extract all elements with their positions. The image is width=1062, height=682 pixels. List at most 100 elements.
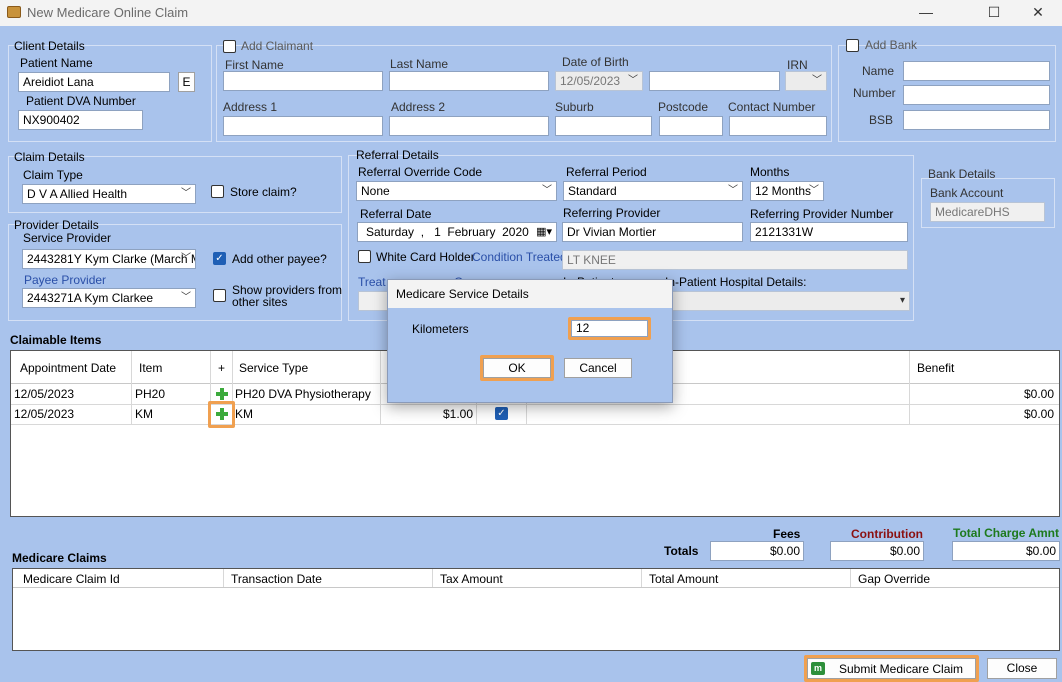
- add-other-payee-checkbox[interactable]: ✓: [213, 252, 226, 265]
- bank-number-label: Number: [853, 86, 896, 100]
- add-bank-label: Add Bank: [865, 38, 918, 52]
- row-item: KM: [135, 407, 153, 421]
- referral-date-picker[interactable]: Saturday , 1 February 2020 ▦▾: [357, 222, 557, 242]
- client-details-label: Client Details: [14, 39, 85, 53]
- add-item-icon[interactable]: [215, 387, 229, 401]
- add-other-payee-label: Add other payee?: [232, 252, 327, 266]
- row-divider: [11, 404, 1059, 405]
- row-date: 12/05/2023: [14, 407, 75, 421]
- col-header-tax-amount[interactable]: Tax Amount: [440, 572, 503, 586]
- col-header-plus[interactable]: +: [218, 361, 225, 375]
- referring-provider-field[interactable]: Dr Vivian Mortier: [562, 222, 743, 242]
- dob-value: 12/05/2023: [560, 74, 621, 88]
- col-divider: [909, 351, 910, 425]
- chevron-down-icon: ﹀: [181, 292, 191, 303]
- referral-date-label: Referral Date: [360, 207, 432, 221]
- service-provider-select[interactable]: 2443281Y Kym Clarke (March M ﹀: [22, 249, 196, 269]
- maximize-button[interactable]: ☐: [972, 2, 1016, 24]
- dob-field[interactable]: 12/05/2023 ﹀: [555, 71, 643, 91]
- add-item-highlight: [208, 401, 235, 428]
- col-header-appointment-date[interactable]: Appointment Date: [20, 361, 116, 375]
- postcode-label: Postcode: [658, 100, 709, 114]
- minimize-button[interactable]: —: [904, 2, 948, 24]
- contact-number-label: Contact Number: [728, 100, 816, 114]
- col-header-transaction-date[interactable]: Transaction Date: [231, 572, 322, 586]
- fees-total-field: $0.00: [710, 541, 804, 561]
- condition-treated-field[interactable]: LT KNEE: [562, 250, 908, 270]
- total-charge-field: $0.00: [952, 541, 1060, 561]
- e-button[interactable]: E: [178, 72, 195, 92]
- add-bank-checkbox[interactable]: [846, 39, 859, 52]
- fees-label: Fees: [773, 527, 801, 541]
- claim-type-select[interactable]: D V A Allied Health ﹀: [22, 184, 196, 204]
- row-item: PH20: [135, 387, 166, 401]
- first-name-label: First Name: [225, 58, 284, 72]
- bank-account-field[interactable]: MedicareDHS: [930, 202, 1045, 222]
- show-providers-checkbox[interactable]: [213, 289, 226, 302]
- months-select[interactable]: 12 Months ﹀: [750, 181, 824, 201]
- claimant-extra-field[interactable]: [649, 71, 780, 91]
- col-header-total-amount[interactable]: Total Amount: [649, 572, 718, 586]
- override-code-select[interactable]: None ﹀: [356, 181, 557, 201]
- bank-name-field[interactable]: [903, 61, 1050, 81]
- bank-details-label: Bank Details: [928, 167, 996, 181]
- last-name-label: Last Name: [390, 57, 449, 71]
- col-header-claim-id[interactable]: Medicare Claim Id: [23, 572, 120, 586]
- medicare-claims-title: Medicare Claims: [12, 551, 107, 565]
- dva-number-label: Patient DVA Number: [26, 94, 136, 108]
- row-benefit: $0.00: [1023, 407, 1054, 421]
- dva-number-field[interactable]: NX900402: [18, 110, 143, 130]
- referring-provider-number-field[interactable]: 2121331W: [750, 222, 908, 242]
- bank-account-label: Bank Account: [930, 186, 1004, 200]
- contribution-total-field: $0.00: [830, 541, 924, 561]
- referring-provider-number-label: Referring Provider Number: [750, 207, 894, 221]
- referring-provider-label: Referring Provider: [563, 206, 661, 220]
- claimable-items-title: Claimable Items: [10, 333, 102, 347]
- close-button[interactable]: Close: [987, 658, 1057, 679]
- col-header-service-type[interactable]: Service Type: [239, 361, 308, 375]
- kilometers-field[interactable]: 12: [571, 320, 648, 337]
- address2-field[interactable]: [389, 116, 549, 136]
- irn-select[interactable]: ﹀: [785, 71, 827, 91]
- bsb-field[interactable]: [903, 110, 1050, 130]
- payee-provider-label: Payee Provider: [24, 273, 107, 287]
- first-name-field[interactable]: [223, 71, 383, 91]
- dob-label: Date of Birth: [562, 55, 629, 69]
- col-divider: [223, 569, 224, 587]
- submit-medicare-claim-button[interactable]: m Submit Medicare Claim: [807, 658, 976, 679]
- date-year: 2020: [502, 225, 529, 239]
- white-card-checkbox[interactable]: [358, 250, 371, 263]
- override-code-label: Referral Override Code: [358, 165, 483, 179]
- col-header-gap-override[interactable]: Gap Override: [858, 572, 930, 586]
- chevron-down-icon: ﹀: [181, 253, 191, 264]
- payee-provider-select[interactable]: 2443271A Kym Clarkee ﹀: [22, 288, 196, 308]
- col-header-item[interactable]: Item: [139, 361, 162, 375]
- patient-name-field[interactable]: Areidiot Lana: [18, 72, 170, 92]
- suburb-field[interactable]: [555, 116, 652, 136]
- months-label: Months: [750, 165, 790, 179]
- store-claim-checkbox[interactable]: [211, 185, 224, 198]
- payee-provider-value: 2443271A Kym Clarkee: [27, 291, 154, 305]
- row-checkbox[interactable]: ✓: [495, 407, 508, 420]
- ok-button[interactable]: OK: [483, 358, 551, 378]
- bank-number-field[interactable]: [903, 85, 1050, 105]
- calendar-icon[interactable]: ▦▾: [536, 223, 552, 241]
- postcode-field[interactable]: [659, 116, 723, 136]
- medicare-logo-icon: m: [811, 662, 825, 675]
- referral-period-value: Standard: [568, 184, 617, 198]
- store-claim-label: Store claim?: [230, 185, 297, 199]
- contact-number-field[interactable]: [729, 116, 827, 136]
- address1-field[interactable]: [223, 116, 383, 136]
- referral-period-select[interactable]: Standard ﹀: [563, 181, 743, 201]
- last-name-field[interactable]: [389, 71, 549, 91]
- chevron-down-icon: ﹀: [728, 185, 738, 196]
- referral-period-label: Referral Period: [566, 165, 647, 179]
- hospital-details-label: In-Patient Hospital Details:: [665, 275, 807, 289]
- add-claimant-checkbox[interactable]: [223, 40, 236, 53]
- col-header-benefit[interactable]: Benefit: [917, 361, 954, 375]
- close-window-button[interactable]: ✕: [1016, 2, 1060, 24]
- col-divider: [850, 569, 851, 587]
- claim-details-label: Claim Details: [14, 150, 85, 164]
- row-service-type: PH20 DVA Physiotherapy: [235, 387, 371, 401]
- cancel-button[interactable]: Cancel: [564, 358, 632, 378]
